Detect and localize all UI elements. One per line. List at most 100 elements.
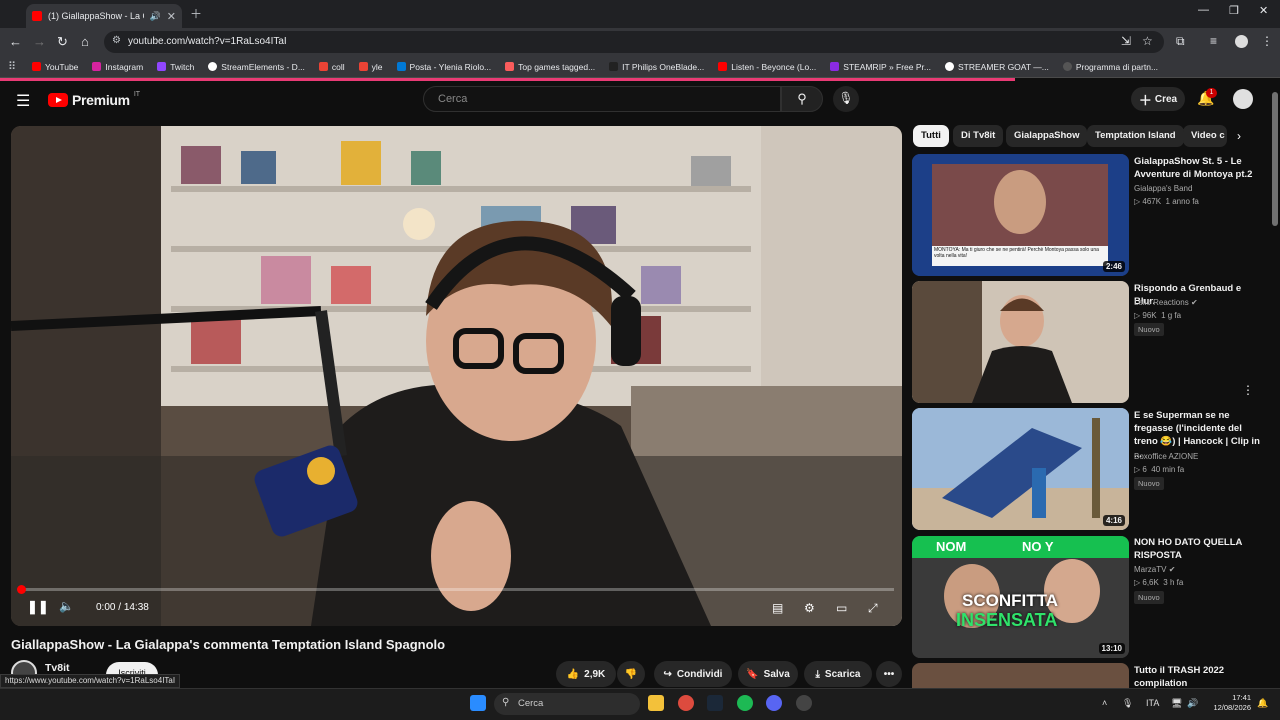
youtube-play-logo-icon: [48, 93, 68, 107]
bookmark-instagram[interactable]: Instagram: [92, 62, 143, 72]
like-button[interactable]: 👍 2,9K: [556, 661, 616, 687]
rec-meta: ▷ 6 40 min fa: [1134, 465, 1185, 474]
chrome-menu-icon[interactable]: ⋮: [1261, 34, 1273, 48]
video-frame: [11, 126, 902, 626]
chip-by-channel[interactable]: Di Tv8it: [953, 125, 1004, 147]
chip-gialappashow[interactable]: GialappaShow: [1006, 125, 1088, 147]
fullscreen-icon[interactable]: ⤢: [868, 601, 878, 616]
extensions-icon[interactable]: ⧉: [1176, 34, 1185, 49]
scrubber-handle[interactable]: [17, 585, 26, 594]
page-scrollbar[interactable]: [1272, 92, 1278, 226]
more-actions-button[interactable]: •••: [876, 661, 902, 687]
rec-channel[interactable]: Gialappa's Band: [1134, 184, 1192, 193]
windows-start-icon[interactable]: [470, 695, 486, 711]
bookmark-coll[interactable]: coll: [318, 62, 345, 72]
forward-arrow-icon[interactable]: →: [33, 34, 46, 49]
more-options-icon[interactable]: ⋮: [1242, 383, 1254, 397]
rec-thumbnail[interactable]: 4:16: [912, 408, 1129, 530]
bookmark-streamer-goat[interactable]: STREAMER GOAT —...: [944, 62, 1049, 72]
chip-all[interactable]: Tutti: [913, 125, 949, 147]
volume-icon[interactable]: 🔊: [1187, 698, 1198, 709]
steam-icon[interactable]: [707, 695, 723, 711]
spotify-icon[interactable]: [737, 695, 753, 711]
chip-video[interactable]: Video c: [1183, 125, 1227, 147]
profile-avatar[interactable]: [1235, 35, 1248, 48]
save-button[interactable]: 🔖 Salva: [738, 661, 798, 687]
discord-icon[interactable]: [766, 695, 782, 711]
rec-title[interactable]: NON HO DATO QUELLA RISPOSTA: [1134, 536, 1262, 562]
voice-search-button[interactable]: 🎙: [833, 86, 859, 112]
bookmark-favicon-icon: [208, 62, 218, 71]
bookmark-yle[interactable]: yle: [358, 62, 383, 72]
rec-thumbnail-image: [912, 281, 1129, 403]
bookmark-twitch[interactable]: Twitch: [157, 62, 194, 72]
close-window-button[interactable]: ✕: [1259, 4, 1268, 17]
rec-channel[interactable]: Boxoffice AZIONE: [1134, 452, 1198, 461]
url-input[interactable]: ⚙ youtube.com/watch?v=1RaLso4ITaI: [104, 31, 1164, 53]
minimize-button[interactable]: —: [1198, 4, 1209, 16]
reload-icon[interactable]: ↻: [57, 34, 68, 50]
subtitles-icon[interactable]: ▤: [772, 601, 783, 615]
apps-grid-icon[interactable]: ⠿: [8, 60, 22, 73]
chevron-up-icon[interactable]: ˄: [1102, 698, 1107, 708]
rec-thumbnail[interactable]: [912, 281, 1129, 403]
close-tab-icon[interactable]: ✕: [167, 10, 176, 23]
bookmark-star-icon[interactable]: ☆: [1142, 34, 1153, 48]
search-input[interactable]: Cerca: [423, 86, 781, 112]
browser-tab[interactable]: (1) GiallappaShow - La Gialla 🔊 ✕: [26, 4, 182, 28]
bookmark-streamelements[interactable]: StreamElements - D...: [208, 62, 305, 72]
address-bar-row: ← → ↻ ⌂ ⚙ youtube.com/watch?v=1RaLso4ITa…: [0, 28, 1280, 56]
network-icon[interactable]: 🖥: [1171, 698, 1182, 709]
youtube-premium-logo[interactable]: Premium IT: [48, 91, 140, 108]
rec-channel[interactable]: Lollo Reactions ✔: [1134, 298, 1198, 307]
chevron-right-icon[interactable]: ›: [1237, 129, 1241, 143]
new-tab-button[interactable]: ＋: [190, 5, 202, 22]
site-info-icon[interactable]: ⚙: [112, 35, 121, 46]
back-arrow-icon[interactable]: ←: [9, 34, 22, 49]
notification-icon[interactable]: 🔔: [1257, 698, 1268, 709]
bookmark-philips[interactable]: IT Philips OneBlade...: [609, 62, 704, 72]
rec-title[interactable]: GialappaShow St. 5 - Le Avventure di Mon…: [1134, 155, 1262, 181]
rec-title[interactable]: Tutto il TRASH 2022 compilation: [1134, 664, 1262, 690]
home-icon[interactable]: ⌂: [81, 34, 89, 49]
chip-temptation-island[interactable]: Temptation Island: [1087, 125, 1184, 147]
rec-thumbnail[interactable]: NOM NO Y SCONFITTA INSENSATA 13:10: [912, 536, 1129, 658]
bookmark-listen[interactable]: Listen - Beyonce (Lo...: [718, 62, 816, 72]
thumbnail-text: NO Y: [1022, 539, 1054, 554]
settings-gear-icon[interactable]: ⚙: [804, 601, 815, 615]
media-control-icon[interactable]: ≡: [1210, 34, 1217, 48]
theater-mode-icon[interactable]: ▭: [836, 601, 847, 615]
restore-button[interactable]: ❐: [1229, 4, 1239, 17]
pause-icon[interactable]: ❚❚: [27, 599, 49, 615]
install-app-icon[interactable]: ⇲: [1121, 34, 1131, 48]
bookmark-favicon-icon: [609, 62, 619, 71]
language-indicator[interactable]: ITA: [1146, 698, 1159, 708]
rec-channel[interactable]: MarzaTV ✔: [1134, 565, 1175, 574]
bookmark-icon: 🔖: [746, 668, 759, 680]
bookmark-youtube[interactable]: YouTube: [32, 62, 78, 72]
rec-meta: ▷ 467K 1 anno fa: [1134, 197, 1199, 206]
rec-thumbnail[interactable]: [912, 663, 1129, 688]
file-explorer-icon[interactable]: [648, 695, 664, 711]
search-button[interactable]: ⚲: [781, 86, 823, 112]
chrome-icon[interactable]: [678, 695, 694, 711]
video-progress-bar[interactable]: [17, 585, 894, 594]
volume-icon[interactable]: 🔈: [59, 599, 74, 613]
taskbar-clock[interactable]: 17:41 12/08/2026: [1207, 693, 1251, 713]
rec-thumbnail[interactable]: MONTOYA: Ma ti giuro che se ne pentirà! …: [912, 154, 1129, 276]
bookmark-programma[interactable]: Programma di partn...: [1062, 62, 1158, 72]
channel-name[interactable]: Tv8it: [45, 662, 70, 674]
video-player[interactable]: ❚❚ 🔈 0:00 / 14:38 ▤ ⚙ ▭ ⤢: [11, 126, 902, 626]
dislike-button[interactable]: 👎: [617, 661, 645, 687]
bookmark-top-games[interactable]: Top games tagged...: [505, 62, 595, 72]
share-button[interactable]: ↪ Condividi: [654, 661, 732, 687]
microphone-icon[interactable]: 🎙: [1122, 698, 1133, 709]
create-button[interactable]: ＋ Crea: [1131, 87, 1185, 111]
taskbar-search-input[interactable]: ⚲ Cerca: [494, 693, 640, 715]
download-button[interactable]: ⤓ Scarica: [804, 661, 872, 687]
hamburger-menu-icon[interactable]: ☰: [16, 91, 30, 111]
bookmark-posta[interactable]: Posta - Ylenia Riolo...: [396, 62, 491, 72]
app-icon[interactable]: [796, 695, 812, 711]
account-avatar[interactable]: [1233, 89, 1253, 109]
bookmark-steamrip[interactable]: STEAMRIP » Free Pr...: [830, 62, 931, 72]
